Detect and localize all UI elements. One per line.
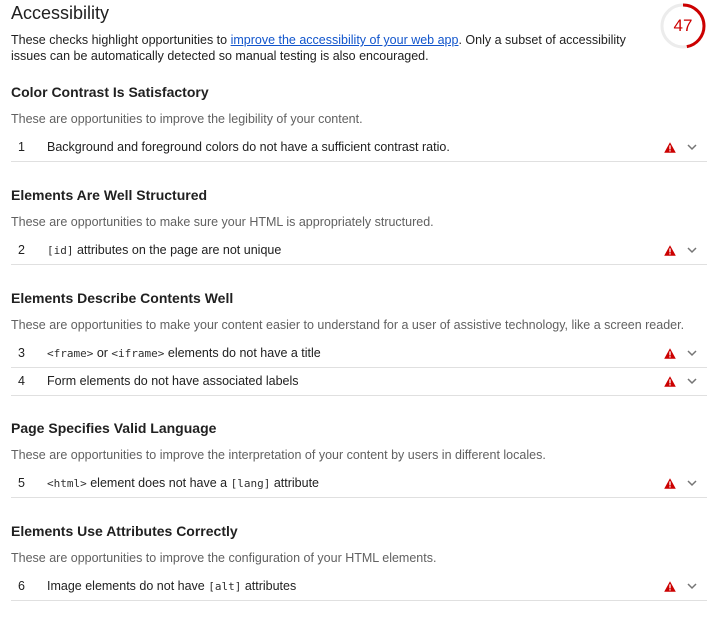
audit-text: element does not have a: [86, 476, 231, 490]
audit-code: [id]: [47, 244, 74, 257]
warning-icon: [664, 142, 676, 153]
audit-text: Image elements do not have: [47, 579, 209, 593]
audit-text: elements do not have a title: [164, 346, 321, 360]
chevron-down-icon[interactable]: [687, 479, 697, 487]
group-title: Elements Describe Contents Well: [11, 290, 234, 306]
group-description: These are opportunities to make sure you…: [11, 215, 434, 229]
audit-text: attributes on the page are not unique: [73, 243, 282, 257]
chevron-down-icon[interactable]: [687, 377, 697, 385]
audit-code: <frame>: [47, 347, 94, 360]
group-description: These are opportunities to make your con…: [11, 318, 685, 332]
chevron-down-icon[interactable]: [687, 246, 697, 254]
audit-row[interactable]: 2 [id] attributes on the page are not uni…: [11, 237, 707, 265]
audit-row[interactable]: 6 Image elements do not have [alt] attrib…: [11, 573, 707, 601]
audit-title: Form elements do not have associated lab…: [47, 368, 299, 395]
group-title: Elements Use Attributes Correctly: [11, 523, 238, 539]
audit-title: Image elements do not have [alt] attribu…: [47, 573, 296, 600]
group-describe-contents: Elements Describe Contents Well These ar…: [11, 288, 707, 396]
accessibility-guide-link[interactable]: improve the accessibility of your web ap…: [231, 33, 459, 47]
audit-code: [lang]: [230, 477, 271, 490]
audit-index: 5: [18, 476, 25, 490]
group-well-structured: Elements Are Well Structured These are o…: [11, 185, 707, 265]
audit-title: <frame> or <iframe> elements do not have…: [47, 340, 321, 367]
audit-code: <iframe>: [111, 347, 165, 360]
audit-text: Form elements do not have associated lab…: [47, 374, 299, 388]
audit-index: 4: [18, 374, 25, 388]
warning-icon: [664, 245, 676, 256]
audit-row[interactable]: 3 <frame> or <iframe> elements do not hav…: [11, 340, 707, 368]
audit-row[interactable]: 1 Background and foreground colors do not…: [11, 134, 707, 162]
group-attributes-correct: Elements Use Attributes Correctly These …: [11, 521, 707, 601]
group-title: Elements Are Well Structured: [11, 187, 208, 203]
audit-title: [id] attributes on the page are not uniq…: [47, 237, 281, 264]
description-text-start: These checks highlight opportunities to: [11, 33, 231, 47]
warning-icon: [664, 478, 676, 489]
group-color-contrast: Color Contrast Is Satisfactory These are…: [11, 82, 707, 162]
audit-text: Background and foreground colors do not …: [47, 140, 450, 154]
audit-code: [alt]: [208, 580, 242, 593]
chevron-down-icon[interactable]: [687, 143, 697, 151]
group-title: Page Specifies Valid Language: [11, 420, 217, 436]
audit-title: <html> element does not have a [lang] at…: [47, 470, 319, 497]
section-title: Accessibility: [11, 3, 110, 23]
audit-list: 6 Image elements do not have [alt] attrib…: [11, 573, 707, 601]
chevron-down-icon[interactable]: [687, 349, 697, 357]
score-gauge: 47: [660, 3, 706, 49]
group-valid-language: Page Specifies Valid Language These are …: [11, 418, 707, 498]
group-description: These are opportunities to improve the i…: [11, 448, 546, 462]
audit-row[interactable]: 4 Form elements do not have associated la…: [11, 368, 707, 396]
warning-icon: [664, 581, 676, 592]
audit-list: 5 <html> element does not have a [lang] a…: [11, 470, 707, 498]
score-value: 47: [673, 16, 693, 35]
audit-row[interactable]: 5 <html> element does not have a [lang] a…: [11, 470, 707, 498]
group-description: These are opportunities to improve the l…: [11, 112, 363, 126]
warning-icon: [664, 348, 676, 359]
audit-list: 1 Background and foreground colors do not…: [11, 134, 707, 162]
audit-index: 2: [18, 243, 25, 257]
audit-text: attribute: [270, 476, 319, 490]
audit-index: 3: [18, 346, 25, 360]
group-title: Color Contrast Is Satisfactory: [11, 84, 209, 100]
audit-text: attributes: [241, 579, 297, 593]
audit-list: 3 <frame> or <iframe> elements do not hav…: [11, 340, 707, 396]
accessibility-report: Accessibility These checks highlight opp…: [0, 0, 721, 617]
chevron-down-icon[interactable]: [687, 582, 697, 590]
group-description: These are opportunities to improve the c…: [11, 551, 437, 565]
warning-icon: [664, 376, 676, 387]
audit-index: 6: [18, 579, 25, 593]
audit-code: <html>: [47, 477, 87, 490]
audit-index: 1: [18, 140, 25, 154]
audit-list: 2 [id] attributes on the page are not uni…: [11, 237, 707, 265]
section-description: These checks highlight opportunities to …: [11, 32, 656, 64]
audit-title: Background and foreground colors do not …: [47, 134, 450, 161]
audit-text: or: [93, 346, 112, 360]
